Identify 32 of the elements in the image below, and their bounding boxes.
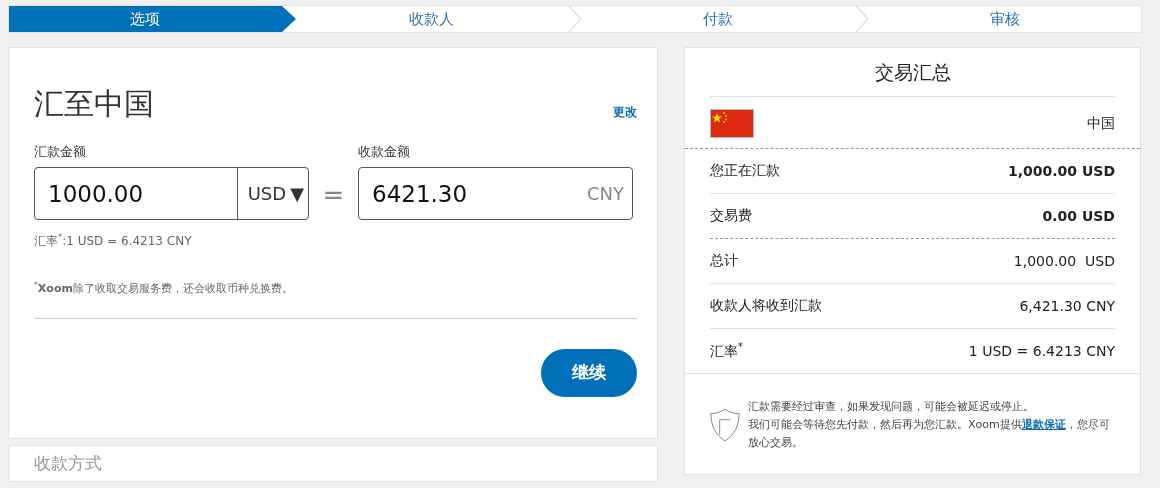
- continue-button[interactable]: 继续: [541, 348, 637, 397]
- summary-value: 1,000.00 USD: [1013, 253, 1115, 269]
- field-label: 收款金额: [358, 143, 411, 161]
- summary-value: 1,000.00 USD: [1007, 163, 1115, 179]
- receive-amount-field[interactable]: 6421.30 CNY: [358, 167, 633, 220]
- currency-select[interactable]: USD ▼: [236, 168, 308, 219]
- chevron-icon: [281, 6, 296, 32]
- summary-label: 收款人将收到汇款: [710, 297, 822, 315]
- summary-title: 交易汇总: [710, 48, 1115, 97]
- exchange-rate: 汇率$^{*}$:1 USD = 6.4213 CNY: [34, 232, 193, 250]
- field-label: 汇款金额: [34, 143, 87, 161]
- flag-icon: [710, 109, 754, 138]
- equals-sign: =: [321, 180, 346, 210]
- summary-label: 汇率$^{*}$: [710, 341, 743, 361]
- step-tab[interactable]: 收款人: [295, 6, 568, 32]
- summary-label: 交易费: [710, 207, 752, 225]
- delivery-method-card[interactable]: 收款方式: [8, 445, 658, 482]
- step-tab[interactable]: 付款: [582, 6, 855, 32]
- send-amount-field[interactable]: 1000.00: [35, 180, 237, 207]
- country-name: 中国: [1087, 114, 1115, 133]
- refund-guarantee-link[interactable]: 退款保证: [1021, 418, 1066, 431]
- shield-icon: [710, 406, 740, 444]
- summary-value: 0.00 USD: [1042, 208, 1115, 224]
- footnote: $^{*}$Xoom除了收取交易服务费，还会收取币种兑换费。: [34, 280, 294, 296]
- page-title: 汇至中国: [34, 85, 154, 123]
- summary-value: 6,421.30 CNY: [1019, 298, 1115, 314]
- guarantee-notice: 汇款需要经过审查，如果发现问题，可能会被延迟或停止。 我们可能会等待您先付款，然后再为您汇款。Xoom提供退款保证，您尽可放心交易。: [747, 399, 1111, 451]
- summary-label: 总计: [710, 252, 738, 270]
- change-link[interactable]: 更改: [613, 104, 637, 121]
- summary-value: 1 USD = 6.4213 CNY: [968, 343, 1115, 359]
- step-tab[interactable]: 审核: [868, 6, 1141, 32]
- summary-label: 您正在汇款: [710, 162, 780, 180]
